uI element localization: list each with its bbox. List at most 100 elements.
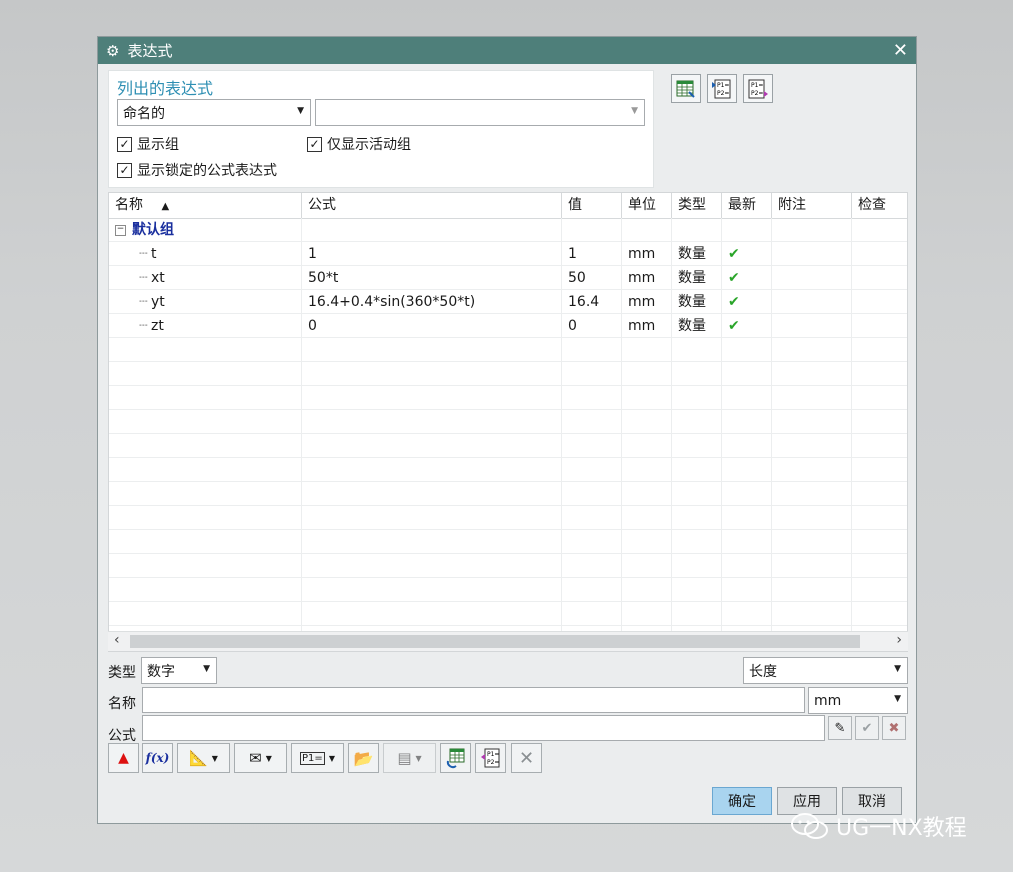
cell-type: 数量	[678, 318, 706, 334]
accept-button[interactable]: ✔	[855, 716, 879, 740]
column-header-comment[interactable]: 附注	[772, 193, 852, 218]
cell-unit: mm	[628, 270, 656, 286]
scrollbar-thumb[interactable]	[130, 635, 860, 648]
scroll-right-icon[interactable]: ›	[896, 632, 902, 648]
table-row[interactable]: ┄ xt 50*t 50 mm 数量 ✔	[109, 266, 907, 290]
close-icon[interactable]: ✕	[893, 40, 908, 61]
listed-expressions-panel: 列出的表达式 命名的 ▼ ▼ ✓ 显示组 ✓ 仅显示活动组 ✓ 显示锁定的公式表…	[108, 70, 654, 188]
empty-row	[109, 530, 907, 554]
cell-unit: mm	[628, 318, 656, 334]
column-header-value[interactable]: 值	[562, 193, 622, 218]
column-header-formula[interactable]: 公式	[302, 193, 562, 218]
unit-select-value: mm	[814, 692, 842, 709]
cell-formula: 16.4+0.4*sin(360*50*t)	[308, 294, 476, 310]
reference-icon: ✉	[249, 749, 262, 767]
part-expression-button[interactable]: P1= ▼	[291, 743, 344, 773]
delete-button[interactable]: ✕	[511, 743, 542, 773]
insert-function-button[interactable]: f(x)	[142, 743, 173, 773]
formula-input[interactable]	[142, 715, 825, 741]
cell-formula: 0	[308, 318, 317, 334]
horizontal-scrollbar[interactable]: ‹ ›	[108, 631, 908, 651]
svg-text:P1=: P1=	[717, 82, 729, 89]
import-expressions-button[interactable]: P1= P2=	[707, 74, 737, 103]
function-type-button[interactable]: ▲	[108, 743, 139, 773]
empty-row	[109, 386, 907, 410]
svg-text:P2=: P2=	[751, 90, 763, 97]
column-header-uptodate[interactable]: 最新	[722, 193, 772, 218]
empty-row	[109, 434, 907, 458]
empty-row	[109, 410, 907, 434]
reference-button[interactable]: ✉ ▼	[234, 743, 287, 773]
refresh-spreadsheet-button[interactable]	[440, 743, 471, 773]
svg-text:P1=: P1=	[751, 82, 763, 89]
empty-row	[109, 338, 907, 362]
expressions-export-icon: P1= P2=	[748, 79, 768, 98]
reject-button[interactable]: ✖	[882, 716, 906, 740]
gear-icon: ⚙	[106, 41, 120, 60]
expression-link-button[interactable]: P1= P2=	[475, 743, 506, 773]
unit-select[interactable]: mm ▼	[808, 687, 908, 714]
export-expressions-button[interactable]: P1= P2=	[743, 74, 773, 103]
table-row[interactable]: ┄ zt 0 0 mm 数量 ✔	[109, 314, 907, 338]
checkmark-icon: ✔	[728, 318, 740, 334]
name-input[interactable]	[142, 687, 805, 713]
edit-icon: ✎	[834, 720, 846, 736]
expressions-link-icon: P1= P2=	[480, 748, 499, 768]
active-group-only-checkbox[interactable]: ✓ 仅显示活动组	[307, 134, 411, 154]
document-icon: ▤	[397, 749, 412, 767]
cell-type: 数量	[678, 294, 706, 310]
empty-row	[109, 554, 907, 578]
chat-bubbles-icon	[791, 813, 828, 839]
cell-name: yt	[151, 294, 165, 310]
panel-heading: 列出的表达式	[117, 79, 214, 98]
spreadsheet-edit-button[interactable]: ▤ ▼	[383, 743, 436, 773]
chevron-down-icon: ▼	[894, 664, 901, 674]
part-expression-icon: P1=	[300, 751, 325, 765]
checkbox-checked-icon: ✓	[117, 136, 132, 152]
column-name-label: 名称	[115, 197, 143, 213]
empty-row	[109, 458, 907, 482]
collapse-icon[interactable]: −	[115, 224, 126, 236]
column-header-unit[interactable]: 单位	[622, 193, 672, 218]
checkmark-icon: ✔	[728, 246, 740, 262]
formula-label: 公式	[108, 728, 136, 744]
empty-row	[109, 578, 907, 602]
cell-name: zt	[151, 318, 164, 334]
function-icon: f(x)	[145, 751, 170, 765]
cell-type: 数量	[678, 246, 706, 262]
cell-unit: mm	[628, 294, 656, 310]
dimension-select[interactable]: 长度 ▼	[743, 657, 908, 684]
ruler-icon: 📐	[189, 749, 208, 767]
group-label: 默认组	[132, 222, 174, 238]
table-row[interactable]: ┄ yt 16.4+0.4*sin(360*50*t) 16.4 mm 数量 ✔	[109, 290, 907, 314]
table-row[interactable]: ┄ t 1 1 mm 数量 ✔	[109, 242, 907, 266]
filter-secondary-select[interactable]: ▼	[315, 99, 645, 126]
checkmark-icon: ✔	[728, 294, 740, 310]
column-header-type[interactable]: 类型	[672, 193, 722, 218]
column-header-name[interactable]: 名称 ▲	[109, 193, 302, 218]
column-header-check[interactable]: 检查	[852, 193, 907, 218]
open-file-button[interactable]: 📂	[348, 743, 379, 773]
cell-value: 1	[568, 246, 577, 262]
spreadsheet-refresh-icon	[446, 748, 464, 769]
type-select-value: 数字	[147, 663, 175, 680]
measure-button[interactable]: 📐 ▼	[177, 743, 230, 773]
chevron-down-icon: ▼	[328, 753, 335, 763]
show-locked-checkbox[interactable]: ✓ 显示锁定的公式表达式	[117, 160, 277, 180]
edit-formula-button[interactable]: ✎	[828, 716, 852, 740]
export-spreadsheet-button[interactable]	[671, 74, 701, 103]
group-row[interactable]: − 默认组	[109, 218, 907, 242]
expressions-import-icon: P1= P2=	[712, 79, 731, 98]
cell-value: 16.4	[568, 294, 600, 310]
show-groups-checkbox[interactable]: ✓ 显示组	[117, 134, 179, 154]
ok-button[interactable]: 确定	[712, 787, 772, 815]
filter-select-value: 命名的	[123, 105, 165, 122]
filter-select[interactable]: 命名的 ▼	[117, 99, 311, 126]
active-group-only-label: 仅显示活动组	[327, 137, 411, 153]
type-select[interactable]: 数字 ▼	[141, 657, 217, 684]
checkbox-checked-icon: ✓	[117, 162, 132, 178]
cell-value: 0	[568, 318, 577, 334]
chevron-down-icon: ▼	[631, 106, 638, 116]
scroll-left-icon[interactable]: ‹	[114, 632, 120, 648]
sort-asc-icon: ▲	[161, 201, 170, 212]
